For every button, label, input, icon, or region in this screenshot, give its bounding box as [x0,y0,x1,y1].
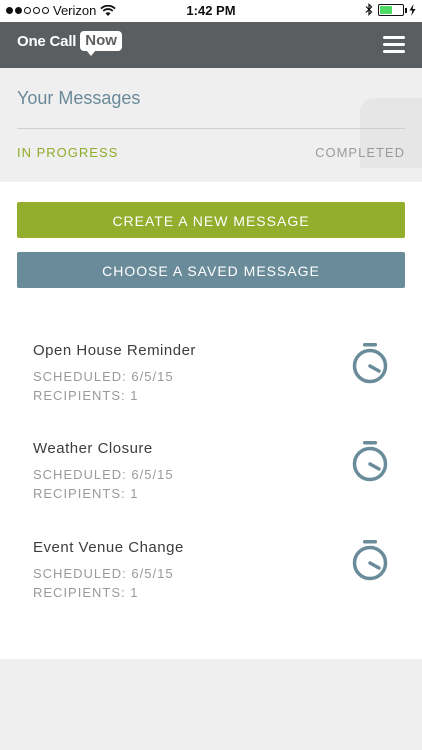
tab-in-progress[interactable]: IN PROGRESS [17,145,118,160]
message-title: Event Venue Change [33,539,184,556]
message-title: Open House Reminder [33,342,196,359]
message-scheduled: SCHEDULED: 6/5/15 [33,369,174,384]
list-item[interactable]: Event Venue Change SCHEDULED: 6/5/15 REC… [0,539,422,629]
message-title: Weather Closure [33,440,153,457]
battery-tip [405,7,407,13]
menu-bar [383,43,405,46]
status-time: 1:42 PM [186,3,236,18]
one-call-now-logo: One Call Now [17,31,122,56]
stopwatch-icon [352,343,388,384]
choose-saved-message-button[interactable]: CHOOSE A SAVED MESSAGE [17,252,405,288]
message-recipients: RECIPIENTS: 1 [33,486,139,501]
list-item[interactable]: Weather Closure SCHEDULED: 6/5/15 RECIPI… [0,440,422,530]
app-header: One Call Now [0,22,422,68]
page-title: Your Messages [17,88,141,108]
stopwatch-icon [352,540,388,581]
create-new-message-button[interactable]: CREATE A NEW MESSAGE [17,202,405,238]
battery-icon [378,3,407,16]
bluetooth-icon [365,3,373,16]
message-content-panel: CREATE A NEW MESSAGE CHOOSE A SAVED MESS… [0,182,422,659]
message-recipients: RECIPIENTS: 1 [33,585,139,600]
hamburger-menu-icon[interactable] [383,36,405,54]
list-item[interactable]: Open House Reminder SCHEDULED: 6/5/15 RE… [0,342,422,432]
menu-bar [383,36,405,39]
menu-bar [383,50,405,53]
status-right [365,3,416,16]
status-bar: Verizon 1:42 PM [0,0,422,22]
battery-fill [380,5,393,14]
stopwatch-icon [352,441,388,482]
messages-header: Your Messages IN PROGRESS COMPLETED [0,68,422,182]
message-recipients: RECIPIENTS: 1 [33,388,139,403]
charging-bolt-icon [409,3,416,16]
message-scheduled: SCHEDULED: 6/5/15 [33,566,174,581]
divider [17,128,405,129]
message-scheduled: SCHEDULED: 6/5/15 [33,467,174,482]
logo-text-now: Now [80,31,122,56]
logo-text-one-call: One Call [17,32,77,50]
tab-completed[interactable]: COMPLETED [315,145,405,160]
